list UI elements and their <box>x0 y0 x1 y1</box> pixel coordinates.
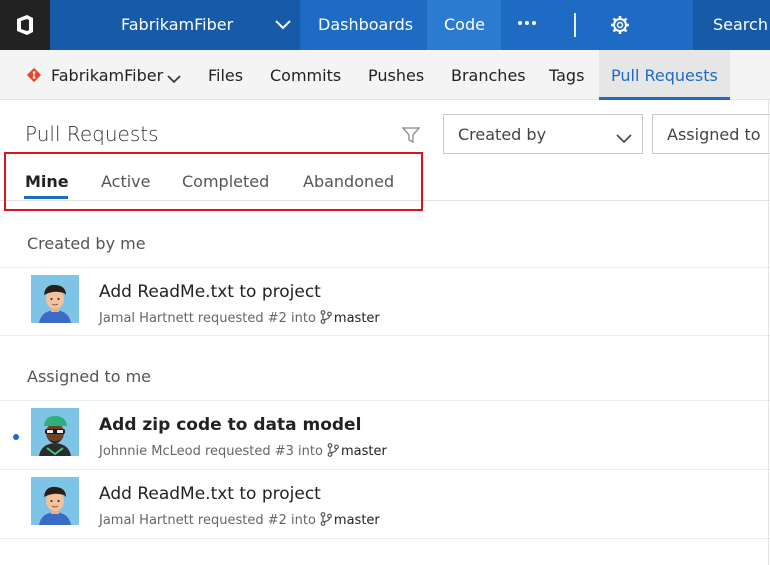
top-divider <box>574 13 576 37</box>
section-header-assigned-to-me: Assigned to me <box>27 367 152 386</box>
branch-icon <box>320 512 332 526</box>
pull-request-row[interactable]: Add zip code to data model Johnnie McLeo… <box>0 401 770 469</box>
pull-request-row[interactable]: Add ReadMe.txt to project Jamal Hartnett… <box>0 470 770 538</box>
pull-request-requester: Jamal Hartnett requested #2 into <box>99 513 316 528</box>
target-branch[interactable]: master <box>341 444 387 459</box>
repo-selector[interactable]: FabrikamFiber <box>51 66 163 85</box>
project-name: FabrikamFiber <box>121 15 234 34</box>
content-right-border <box>768 100 769 565</box>
chevron-down-icon[interactable] <box>167 69 181 84</box>
vsts-logo-icon[interactable] <box>0 0 50 50</box>
pull-request-requester: Jamal Hartnett requested #2 into <box>99 311 316 326</box>
pull-request-title[interactable]: Add zip code to data model <box>99 415 361 435</box>
pull-request-row[interactable]: Add ReadMe.txt to project Jamal Hartnett… <box>0 268 770 336</box>
avatar <box>31 408 79 456</box>
top-nav-dashboards[interactable]: Dashboards <box>318 15 413 34</box>
pull-request-meta: Johnnie McLeod requested #3 into master <box>99 443 387 459</box>
unread-indicator <box>13 434 19 440</box>
code-sub-nav: FabrikamFiber Files Commits Pushes Branc… <box>0 50 770 100</box>
tab-mine[interactable]: Mine <box>25 172 69 191</box>
subnav-pushes[interactable]: Pushes <box>368 66 424 85</box>
section-header-created-by-me: Created by me <box>27 234 146 253</box>
subnav-files[interactable]: Files <box>208 66 243 85</box>
git-repo-icon <box>26 67 42 83</box>
created-by-dropdown[interactable]: Created by <box>443 114 643 154</box>
row-divider <box>0 538 770 539</box>
subnav-pull-requests-label: Pull Requests <box>611 66 718 85</box>
pull-request-meta: Jamal Hartnett requested #2 into master <box>99 310 380 326</box>
chevron-down-icon[interactable] <box>270 12 296 38</box>
search-box[interactable]: Search <box>693 0 770 50</box>
avatar <box>31 477 79 525</box>
avatar <box>31 275 79 323</box>
pull-request-requester: Johnnie McLeod requested #3 into <box>99 444 323 459</box>
pull-request-meta: Jamal Hartnett requested #2 into master <box>99 512 380 528</box>
page-title: Pull Requests <box>25 122 159 146</box>
row-divider <box>0 335 770 336</box>
subnav-pull-requests[interactable]: Pull Requests <box>599 50 730 100</box>
branch-icon <box>327 443 339 457</box>
subnav-commits[interactable]: Commits <box>270 66 341 85</box>
tab-completed[interactable]: Completed <box>182 172 269 191</box>
chevron-down-icon <box>616 129 632 144</box>
filter-icon[interactable] <box>401 125 421 145</box>
pull-request-title[interactable]: Add ReadMe.txt to project <box>99 484 321 504</box>
subnav-tags[interactable]: Tags <box>549 66 584 85</box>
project-selector[interactable]: FabrikamFiber <box>50 0 300 50</box>
assigned-to-dropdown[interactable]: Assigned to <box>652 114 770 154</box>
assigned-to-label: Assigned to <box>667 125 761 144</box>
tab-abandoned[interactable]: Abandoned <box>303 172 394 191</box>
branch-icon <box>320 310 332 324</box>
top-bar: FabrikamFiber Dashboards Code Search <box>0 0 770 50</box>
pull-request-title[interactable]: Add ReadMe.txt to project <box>99 282 321 302</box>
created-by-label: Created by <box>458 125 547 144</box>
tab-active[interactable]: Active <box>101 172 151 191</box>
target-branch[interactable]: master <box>334 311 380 326</box>
target-branch[interactable]: master <box>334 513 380 528</box>
gear-icon[interactable] <box>610 15 630 35</box>
top-nav-code[interactable]: Code <box>444 15 485 34</box>
search-label: Search <box>713 15 768 34</box>
subnav-branches[interactable]: Branches <box>451 66 526 85</box>
tab-active-indicator <box>24 196 68 199</box>
